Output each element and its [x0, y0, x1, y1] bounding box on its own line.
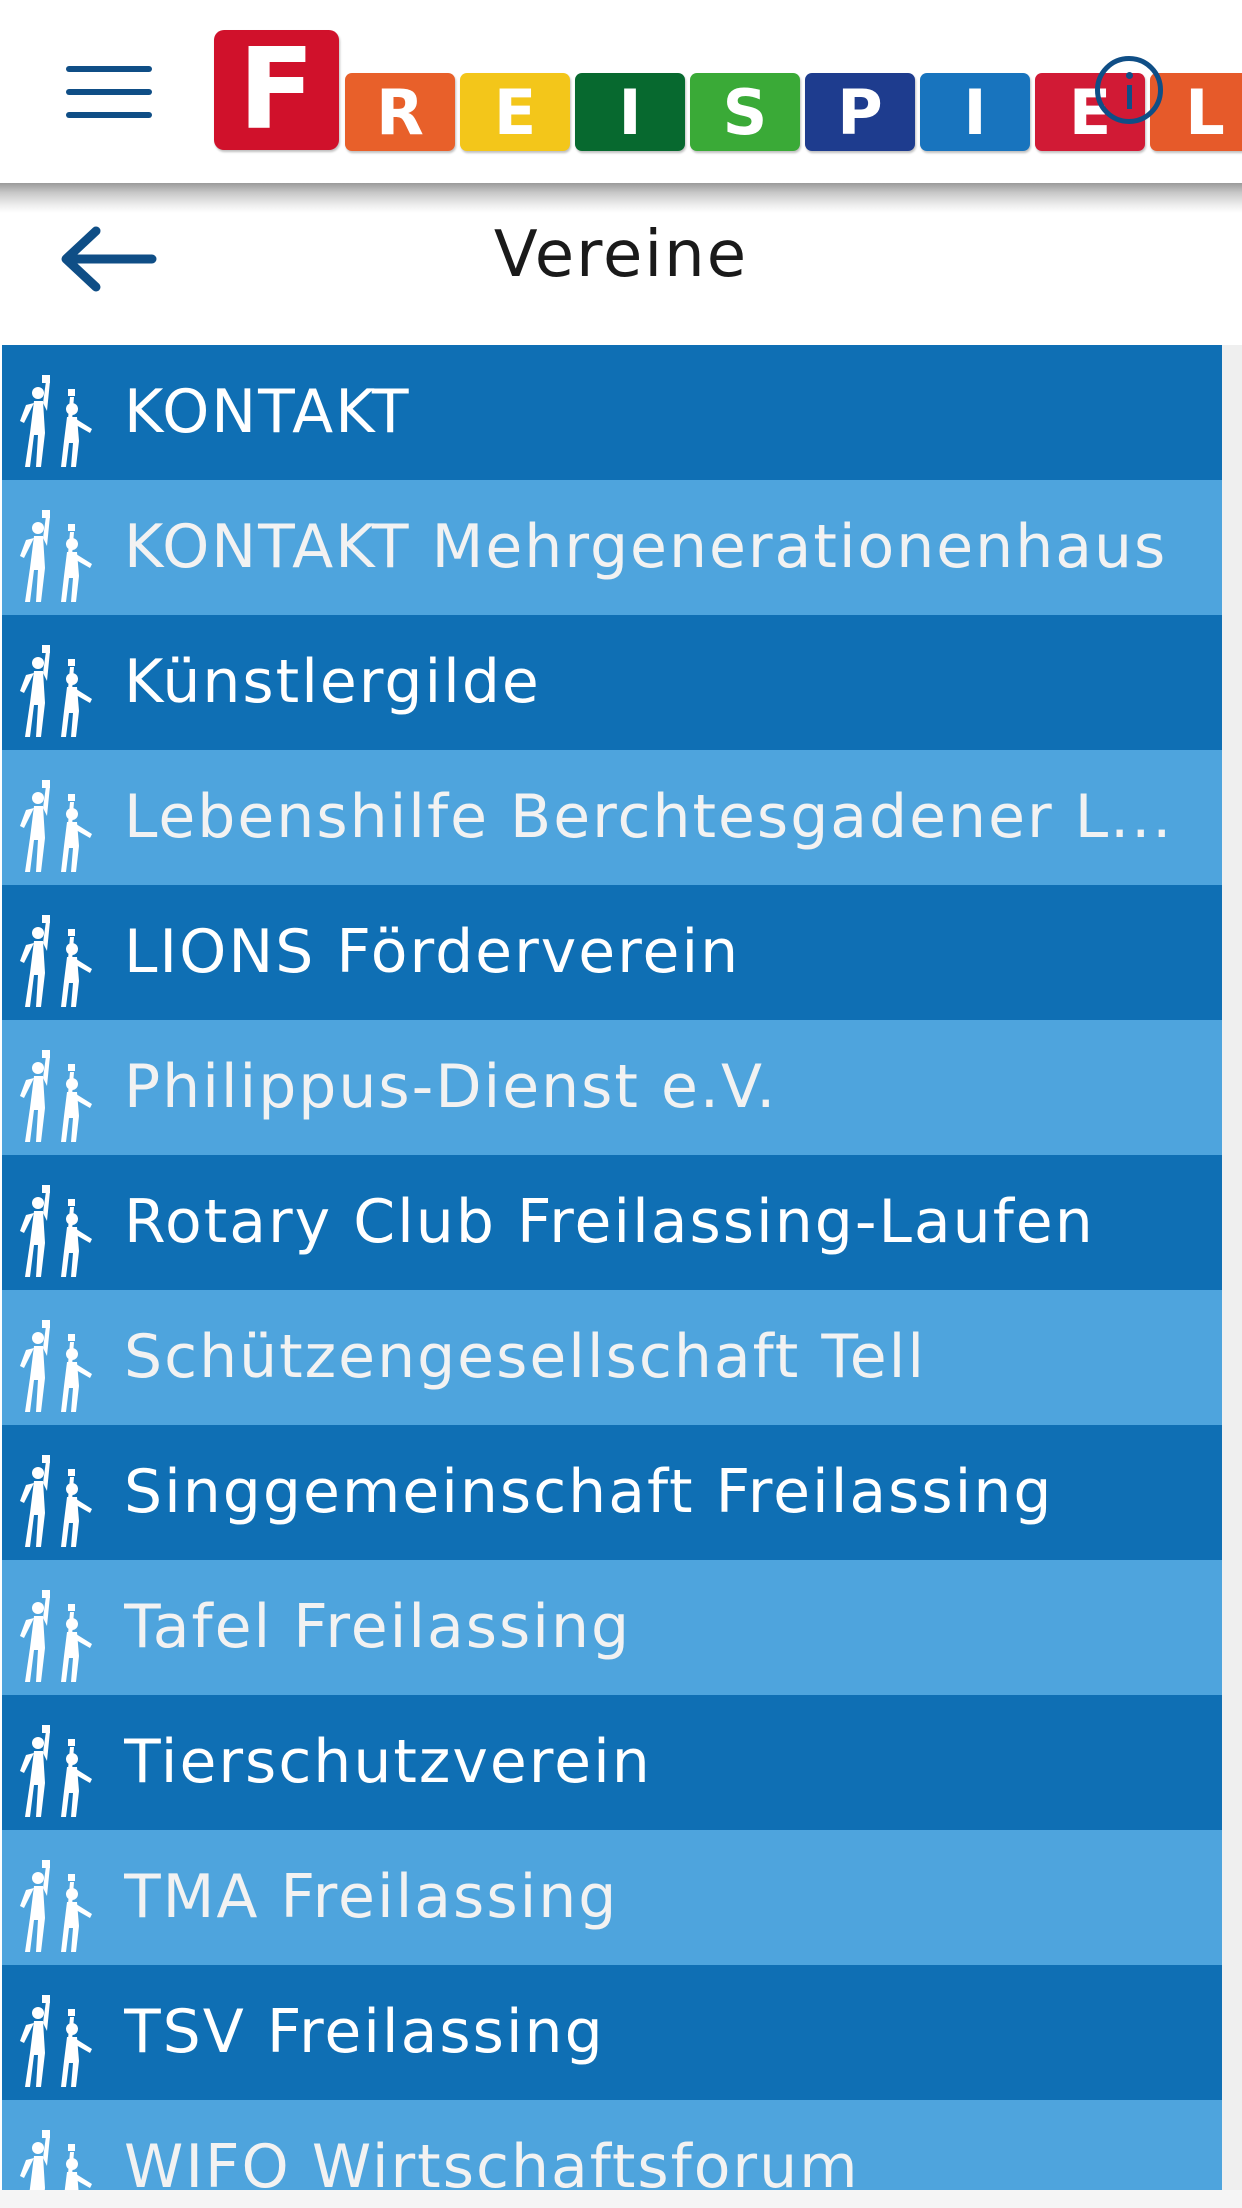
page-title: Vereine	[493, 218, 749, 292]
list-item-label: Künstlergilde	[124, 647, 541, 717]
info-icon[interactable]	[1095, 56, 1163, 124]
list-item-label: TMA Freilassing	[124, 1862, 619, 1932]
list-item[interactable]: WIFO Wirtschaftsforum	[2, 2100, 1222, 2190]
list-item[interactable]: Rotary Club Freilassing-Laufen	[2, 1155, 1222, 1290]
logo-letter-tile: R	[345, 73, 455, 151]
list-item-label: Philippus-Dienst e.V.	[124, 1052, 778, 1122]
list-item[interactable]: Lebenshilfe Berchtesgadener L...	[2, 750, 1222, 885]
people-group-icon	[16, 510, 108, 604]
list-item[interactable]: Tierschutzverein	[2, 1695, 1222, 1830]
app-bar: FREISPIEL	[0, 0, 1242, 183]
people-group-icon	[16, 1995, 108, 2089]
vereine-list[interactable]: KONTAKT KONTAKT Mehrgenerationenhaus Künst…	[2, 345, 1222, 2190]
list-item-label: Tierschutzverein	[124, 1727, 652, 1797]
people-group-icon	[16, 1725, 108, 1819]
logo-letter-tile: S	[690, 73, 800, 151]
list-item[interactable]: KONTAKT	[2, 345, 1222, 480]
list-item[interactable]: Tafel Freilassing	[2, 1560, 1222, 1695]
list-item[interactable]: Singgemeinschaft Freilassing	[2, 1425, 1222, 1560]
people-group-icon	[16, 1185, 108, 1279]
list-item-label: TSV Freilassing	[124, 1997, 605, 2067]
list-item-label: LIONS Förderverein	[124, 917, 741, 987]
list-item-label: Lebenshilfe Berchtesgadener L...	[124, 782, 1174, 852]
bottom-edge	[0, 2190, 1242, 2208]
logo-letter-tile: I	[575, 73, 685, 151]
list-item[interactable]: Philippus-Dienst e.V.	[2, 1020, 1222, 1155]
scrollbar[interactable]	[1222, 345, 1242, 2190]
list-item-label: Rotary Club Freilassing-Laufen	[124, 1187, 1095, 1257]
logo-letter-tile: P	[805, 73, 915, 151]
people-group-icon	[16, 645, 108, 739]
logo-letter-tile: L	[1150, 73, 1242, 151]
freispiel-logo: FREISPIEL	[214, 25, 1242, 155]
logo-letter-tile: E	[460, 73, 570, 151]
logo-letter-tile: F	[214, 25, 339, 155]
list-item-label: KONTAKT	[124, 377, 411, 447]
list-item[interactable]: Schützengesellschaft Tell	[2, 1290, 1222, 1425]
logo-letter-tile: I	[920, 73, 1030, 151]
people-group-icon	[16, 1860, 108, 1954]
people-group-icon	[16, 375, 108, 469]
list-item[interactable]: Künstlergilde	[2, 615, 1222, 750]
list-item[interactable]: TSV Freilassing	[2, 1965, 1222, 2100]
app-bar-shadow	[0, 183, 1242, 213]
hamburger-menu-icon[interactable]	[62, 62, 154, 122]
people-group-icon	[16, 1320, 108, 1414]
people-group-icon	[16, 2130, 108, 2190]
list-item-label: Singgemeinschaft Freilassing	[124, 1457, 1054, 1527]
list-item[interactable]: TMA Freilassing	[2, 1830, 1222, 1965]
list-item-label: WIFO Wirtschaftsforum	[124, 2132, 860, 2190]
list-item[interactable]: KONTAKT Mehrgenerationenhaus	[2, 480, 1222, 615]
list-item[interactable]: LIONS Förderverein	[2, 885, 1222, 1020]
people-group-icon	[16, 1590, 108, 1684]
list-item-label: Schützengesellschaft Tell	[124, 1322, 927, 1392]
people-group-icon	[16, 780, 108, 874]
list-item-label: KONTAKT Mehrgenerationenhaus	[124, 512, 1168, 582]
list-item-label: Tafel Freilassing	[124, 1592, 632, 1662]
people-group-icon	[16, 1455, 108, 1549]
people-group-icon	[16, 1050, 108, 1144]
people-group-icon	[16, 915, 108, 1009]
